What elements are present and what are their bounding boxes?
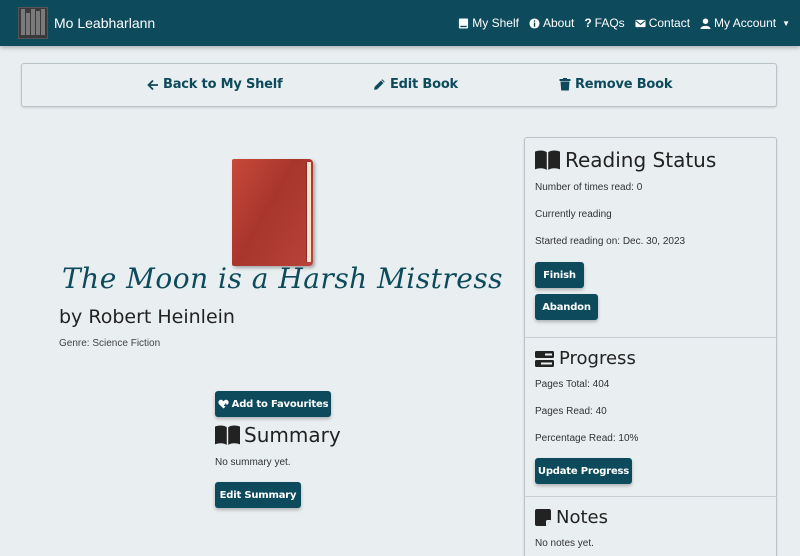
nav-my-shelf[interactable]: My Shelf xyxy=(458,16,519,30)
brand-link[interactable]: Mo Leabharlann xyxy=(18,7,155,39)
reading-status-heading: Reading Status xyxy=(535,148,716,172)
remove-book-label: Remove Book xyxy=(575,77,673,92)
nav-about[interactable]: About xyxy=(529,16,574,30)
edit-book-link[interactable]: Edit Book xyxy=(373,77,458,92)
book-action-bar: Back to My Shelf Edit Book Remove Book xyxy=(21,63,777,107)
reading-state: Currently reading xyxy=(535,209,612,220)
edit-book-label: Edit Book xyxy=(390,77,458,92)
nav-my-account-label: My Account xyxy=(714,16,777,30)
brand-name: Mo Leabharlann xyxy=(54,15,156,31)
back-to-shelf-label: Back to My Shelf xyxy=(163,77,283,92)
pencil-icon xyxy=(374,79,385,90)
bookshelf-logo-icon xyxy=(18,7,48,39)
summary-text: No summary yet. xyxy=(215,457,291,468)
finish-button[interactable]: Finish xyxy=(535,262,584,288)
progress-bars-icon xyxy=(535,350,554,367)
open-book-icon xyxy=(215,425,240,445)
open-book-icon xyxy=(535,150,560,170)
notes-heading: Notes xyxy=(535,507,608,528)
progress-heading-label: Progress xyxy=(559,348,636,369)
summary-heading: Summary xyxy=(215,423,341,447)
nav-my-shelf-label: My Shelf xyxy=(472,16,519,30)
info-icon xyxy=(529,17,540,29)
book-icon xyxy=(459,17,469,29)
started-reading-date: Started reading on: Dec. 30, 2023 xyxy=(535,236,686,247)
summary-heading-label: Summary xyxy=(244,423,341,447)
progress-heading: Progress xyxy=(535,348,636,369)
remove-book-link[interactable]: Remove Book xyxy=(559,77,673,92)
user-icon xyxy=(700,17,711,29)
nav-contact-label: Contact xyxy=(648,16,691,30)
reading-status-label: Reading Status xyxy=(565,148,717,172)
percentage-read: Percentage Read: 10% xyxy=(535,433,639,444)
back-to-shelf-link[interactable]: Back to My Shelf xyxy=(147,77,283,92)
nav-about-label: About xyxy=(542,16,575,30)
nav-faqs-label: FAQs xyxy=(594,16,625,30)
question-icon: ? xyxy=(584,16,592,30)
nav-links: My Shelf About ? FAQs Contact My Account… xyxy=(458,16,790,30)
nav-my-account[interactable]: My Account ▼ xyxy=(700,16,790,30)
arrow-left-icon xyxy=(147,79,158,90)
nav-contact[interactable]: Contact xyxy=(635,16,690,30)
book-title: The Moon is a Harsh Mistress xyxy=(62,262,504,295)
abandon-button[interactable]: Abandon xyxy=(535,294,598,320)
add-to-favourites-button[interactable]: Add to Favourites xyxy=(215,391,331,417)
pages-total: Pages Total: 404 xyxy=(535,379,610,390)
nav-faqs[interactable]: ? FAQs xyxy=(584,16,624,30)
update-progress-button[interactable]: Update Progress xyxy=(535,458,632,484)
book-cover-image xyxy=(232,159,313,266)
add-to-favourites-label: Add to Favourites xyxy=(231,398,329,410)
sticky-note-icon xyxy=(535,509,551,526)
envelope-icon xyxy=(635,19,646,27)
times-read: Number of times read: 0 xyxy=(535,182,643,193)
notes-heading-label: Notes xyxy=(556,507,608,528)
pages-read: Pages Read: 40 xyxy=(535,406,607,417)
notes-text: No notes yet. xyxy=(535,538,594,549)
book-author: by Robert Heinlein xyxy=(59,306,235,328)
panel-divider xyxy=(524,496,777,497)
navbar: Mo Leabharlann My Shelf About ? FAQs Con… xyxy=(0,0,800,46)
caret-down-icon: ▼ xyxy=(782,18,790,28)
edit-summary-button[interactable]: Edit Summary xyxy=(215,482,301,508)
status-panel xyxy=(524,137,777,556)
book-genre: Genre: Science Fiction xyxy=(59,338,161,349)
heart-plus-icon xyxy=(218,399,229,409)
panel-divider xyxy=(524,337,777,338)
trash-icon xyxy=(559,78,571,91)
